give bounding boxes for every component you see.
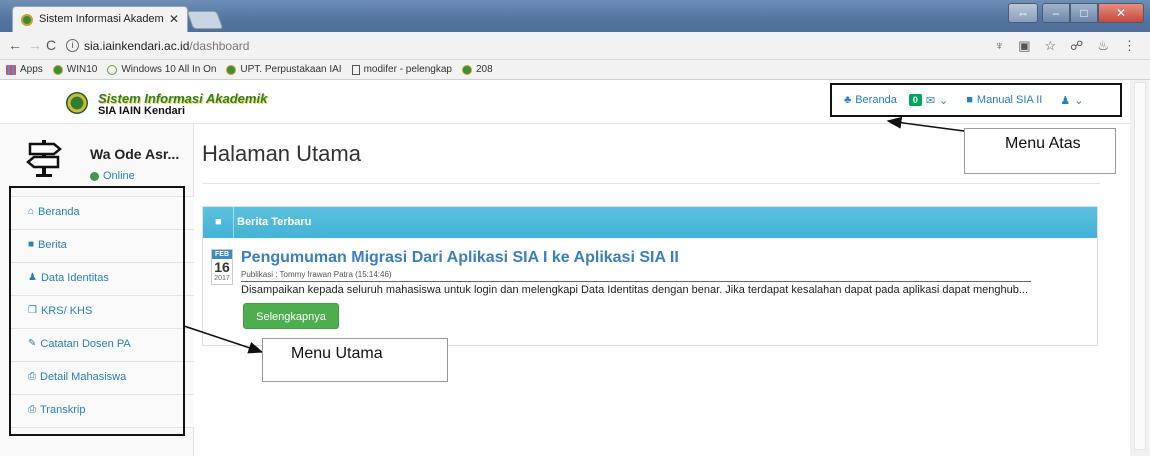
callout-menu-utama: Menu Utama xyxy=(262,338,448,382)
menu-atas-arrow xyxy=(886,116,965,132)
menu-utama-arrow xyxy=(183,325,264,354)
callout-menu-atas: Menu Atas xyxy=(964,128,1116,174)
annotation-arrows xyxy=(183,116,965,354)
